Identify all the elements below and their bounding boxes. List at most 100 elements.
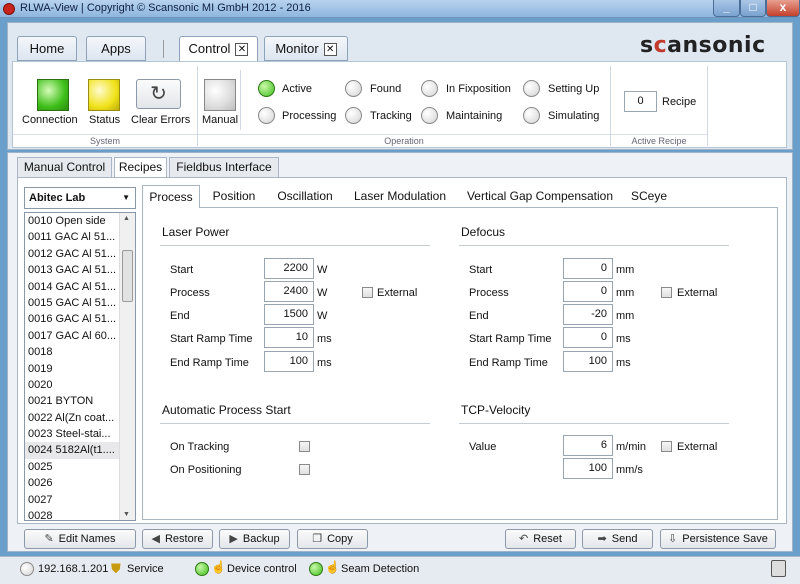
tab-apps[interactable]: Apps [86,36,146,61]
unit-label: mm/s [616,464,643,476]
reset-label: Reset [533,533,562,545]
list-item[interactable]: 0020 [25,377,120,393]
lp-process-input[interactable]: 2400 [264,281,314,302]
copy-button[interactable]: ❐ Copy [297,529,368,549]
lp-start-ramp-input[interactable]: 10 [264,327,314,348]
defocus-title: Defocus [461,225,506,239]
tcp-value-input[interactable]: 6 [563,435,613,456]
lab-select[interactable]: Abitec Lab ▼ [24,187,136,209]
df-end-ramp-input[interactable]: 100 [563,351,613,372]
status-label: Status [89,114,121,126]
tab-control[interactable]: Control ✕ [179,36,258,62]
df-start-ramp-input[interactable]: 0 [563,327,613,348]
edit-names-button[interactable]: ✎ Edit Names [24,529,136,549]
in-fixposition-led-icon [421,80,438,97]
on-tracking-checkbox[interactable] [299,441,310,452]
backup-icon: ▶ [229,533,238,545]
tab-process[interactable]: Process [142,185,200,208]
list-item[interactable]: 0015 GAC Al 51... [25,295,120,311]
lp-process-label: Process [170,287,210,299]
minimize-button[interactable]: _ [713,0,740,17]
tab-divider [163,40,164,58]
manual-label: Manual [202,114,239,126]
tab-sceye[interactable]: SCeye [626,185,672,207]
recipe-list-scrollbar[interactable]: ▲ ▼ [119,213,135,520]
list-item[interactable]: 0018 [25,344,120,360]
laser-power-title: Laser Power [162,225,230,239]
clear-errors-icon[interactable]: ↻ [136,79,181,109]
unit-label: mm [616,264,635,276]
tcp-external-checkbox[interactable] [661,441,672,452]
list-item-selected[interactable]: 0024 5182Al(t1.... [25,442,120,459]
tcp-external-label: External [677,441,718,453]
lp-external-checkbox[interactable] [362,287,373,298]
on-positioning-checkbox[interactable] [299,464,310,475]
subtab-recipes[interactable]: Recipes [114,157,167,177]
close-window-button[interactable]: x [766,0,800,17]
send-button[interactable]: ➡ Send [582,529,653,549]
simulating-label: Simulating [548,110,600,122]
clear-errors-button[interactable]: Clear Errors [131,114,190,126]
unit-label: ms [317,357,332,369]
lp-end-ramp-input[interactable]: 100 [264,351,314,372]
list-item[interactable]: 0012 GAC Al 51... [25,246,120,262]
window-title: RLWA-View | Copyright © Scansonic MI Gmb… [20,2,311,14]
tab-position[interactable]: Position [206,185,262,207]
tab-laser-modulation[interactable]: Laser Modulation [348,185,452,207]
df-end-input[interactable]: -20 [563,304,613,325]
scroll-up-icon[interactable]: ▲ [123,215,130,222]
tcp-value2-input[interactable]: 100 [563,458,613,479]
tab-home[interactable]: Home [17,36,77,61]
lp-end-label: End [170,310,190,322]
tab-monitor-close-icon[interactable]: ✕ [323,43,337,56]
list-item[interactable]: 0023 Steel-stai... [25,426,120,442]
list-item[interactable]: 0019 [25,361,120,377]
found-label: Found [370,83,402,95]
tab-control-label: Control [188,41,231,56]
list-item[interactable]: 0027 [25,492,120,508]
tab-control-close-icon[interactable]: ✕ [235,43,249,56]
df-start-label: Start [469,264,493,276]
list-item[interactable]: 0022 Al(Zn coat... [25,410,120,426]
list-item[interactable]: 0026 [25,475,120,491]
reset-button[interactable]: ↶ Reset [505,529,576,549]
persistence-save-button[interactable]: ⇩ Persistence Save [660,529,776,549]
list-item[interactable]: 0011 GAC Al 51... [25,229,120,245]
manual-led-icon [204,79,236,111]
subtab-manual-control[interactable]: Manual Control [17,157,112,177]
list-item[interactable]: 0017 GAC Al 60... [25,328,120,344]
lp-external-label: External [377,287,418,299]
group-separator [707,66,708,146]
maximize-button[interactable]: □ [740,0,766,17]
lp-start-input[interactable]: 2200 [264,258,314,279]
df-external-label: External [677,287,718,299]
lp-end-input[interactable]: 1500 [264,304,314,325]
section-divider [160,423,430,424]
list-item[interactable]: 0028 [25,508,120,520]
tab-vertical-gap-compensation[interactable]: Vertical Gap Compensation [462,185,618,207]
backup-button[interactable]: ▶ Backup [219,529,290,549]
scansonic-logo: scansonic [640,33,766,58]
list-item[interactable]: 0010 Open side [25,213,120,229]
list-item[interactable]: 0021 BYTON [25,393,120,409]
restore-button[interactable]: ◀ Restore [142,529,213,549]
tab-oscillation[interactable]: Oscillation [270,185,340,207]
active-led-icon [258,80,275,97]
subtab-fieldbus-interface[interactable]: Fieldbus Interface [169,157,279,177]
scroll-down-icon[interactable]: ▼ [123,511,130,518]
df-process-input[interactable]: 0 [563,281,613,302]
list-item[interactable]: 0016 GAC Al 51... [25,311,120,327]
trash-icon[interactable] [771,560,786,577]
device-control-led-icon [195,562,209,576]
list-item[interactable]: 0014 GAC Al 51... [25,279,120,295]
tab-monitor[interactable]: Monitor ✕ [264,36,348,61]
scrollbar-thumb[interactable] [122,250,133,302]
df-start-input[interactable]: 0 [563,258,613,279]
list-item[interactable]: 0025 [25,459,120,475]
logo-text-start: s [640,33,654,58]
df-end-ramp-label: End Ramp Time [469,357,548,369]
ip-status-led-icon [20,562,34,576]
list-item[interactable]: 0013 GAC Al 51... [25,262,120,278]
active-recipe-field[interactable]: 0 [624,91,657,112]
df-external-checkbox[interactable] [661,287,672,298]
